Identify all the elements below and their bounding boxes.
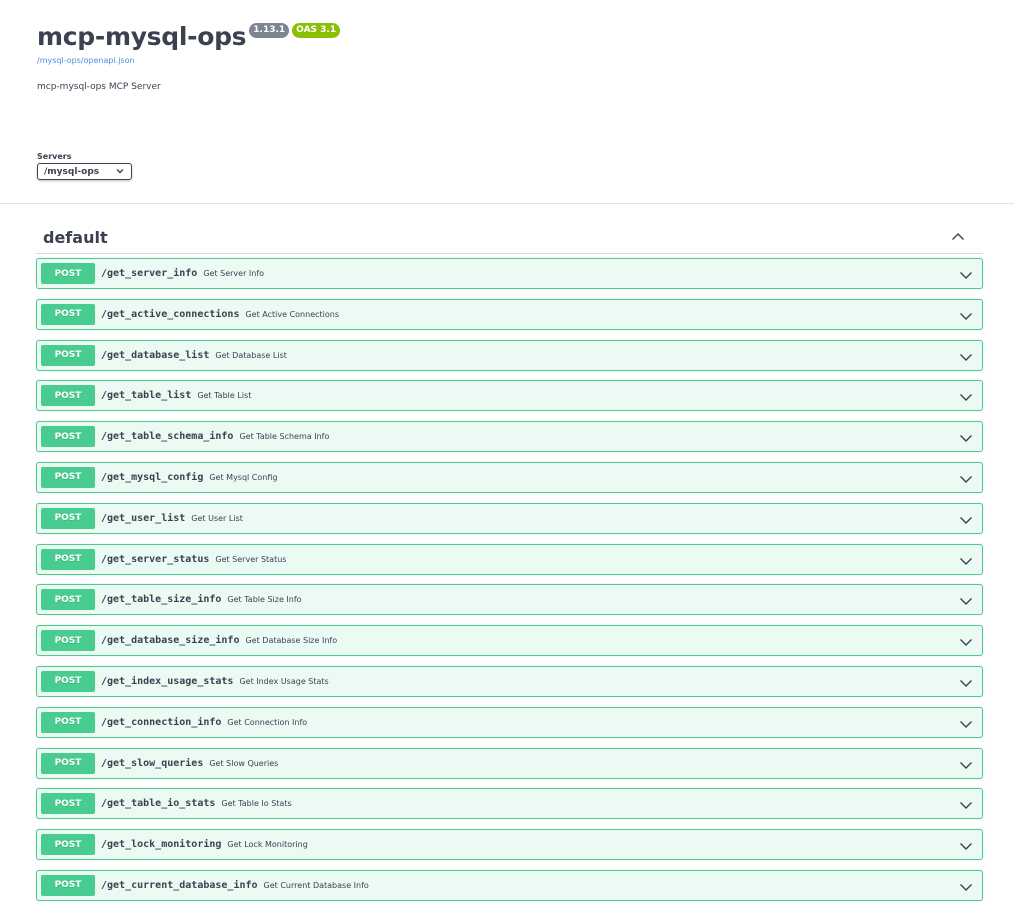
servers-label: Servers (37, 152, 72, 161)
method-badge: POST (41, 263, 95, 284)
method-badge: POST (41, 548, 95, 570)
method-badge: POST (41, 385, 95, 407)
operation-summary: Get Lock Monitoring (227, 840, 308, 850)
method-badge: POST (41, 752, 95, 774)
operation-summary: Get User List (191, 513, 243, 523)
operation-path: /get_table_size_info (101, 594, 222, 606)
chevron-down-icon[interactable] (959, 757, 973, 771)
chevron-up-icon[interactable] (951, 232, 965, 241)
chevron-down-icon[interactable] (959, 553, 973, 567)
operation-row[interactable]: POST/get_table_size_info Get Table Size I… (36, 584, 983, 616)
operation-row[interactable]: POST/get_active_connections Get Active Co… (36, 298, 983, 330)
method-badge: POST (41, 344, 95, 366)
operation-path: /get_index_usage_stats (101, 675, 234, 687)
operation-summary: Get Current Database Info (263, 880, 369, 890)
operation-path: /get_user_list (101, 512, 186, 524)
operation-path: /get_server_status (101, 553, 210, 565)
operation-row[interactable]: POST/get_mysql_config Get Mysql Config (36, 461, 983, 493)
operation-path: /get_mysql_config (101, 471, 204, 483)
operations-list: POST/get_server_info Get Server Info POST /… (36, 258, 983, 911)
operation-row[interactable]: POST/get_database_size_info Get Database … (36, 625, 983, 657)
operation-row[interactable]: POST/get_server_info Get Server Info (36, 258, 983, 289)
chevron-down-icon[interactable] (959, 675, 973, 689)
operation-path: /get_current_database_info (101, 879, 258, 891)
operation-row[interactable]: POST/get_server_status Get Server Status (36, 543, 983, 575)
operation-summary: Get Mysql Config (209, 472, 278, 482)
operation-path: /get_database_list (101, 349, 210, 361)
operation-row[interactable]: POST/get_slow_queries Get Slow Queries (36, 747, 983, 779)
operation-path: /get_database_size_info (101, 635, 240, 647)
operation-row[interactable]: POST/get_lock_monitoring Get Lock Monitor… (36, 829, 983, 861)
operation-summary: Get Table Io Stats (221, 799, 292, 809)
method-badge: POST (41, 466, 95, 488)
operation-summary: Get Table Schema Info (239, 432, 330, 442)
chevron-down-icon[interactable] (959, 389, 973, 403)
operation-row[interactable]: POST/get_table_schema_info Get Table Sche… (36, 421, 983, 453)
section-divider (0, 203, 1014, 204)
chevron-down-icon[interactable] (959, 593, 973, 607)
method-badge: POST (41, 793, 95, 815)
operation-path: /get_slow_queries (101, 757, 204, 769)
method-badge: POST (41, 303, 95, 325)
operation-row[interactable]: POST/get_user_list Get User List (36, 502, 983, 534)
chevron-down-icon[interactable] (959, 308, 973, 322)
method-badge: POST (41, 630, 95, 652)
method-badge: POST (41, 426, 95, 448)
chevron-down-icon[interactable] (959, 349, 973, 363)
chevron-down-icon[interactable] (959, 797, 973, 811)
method-badge: POST (41, 589, 95, 611)
operation-path: /get_active_connections (101, 308, 240, 320)
api-info: mcp-mysql-ops 1.13.1 OAS 3.1 /mysql-ops/… (37, 20, 341, 92)
operation-summary: Get Connection Info (227, 717, 308, 727)
version-badge: 1.13.1 (249, 23, 290, 38)
operation-row[interactable]: POST/get_table_io_stats Get Table Io Stat… (36, 788, 983, 820)
openapi-spec-link[interactable]: /mysql-ops/openapi.json (37, 56, 340, 65)
operation-row[interactable]: POST/get_index_usage_stats Get Index Usag… (36, 665, 983, 697)
title-row: mcp-mysql-ops 1.13.1 OAS 3.1 (37, 20, 341, 54)
operation-row[interactable]: POST/get_database_list Get Database List (36, 339, 983, 371)
method-badge: POST (41, 711, 95, 733)
chevron-down-icon[interactable] (959, 471, 973, 485)
operation-summary: Get Active Connections (245, 309, 340, 319)
tag-name: default (43, 227, 108, 247)
method-badge: POST (41, 507, 95, 529)
server-select[interactable]: /mysql-ops (37, 163, 132, 180)
operation-row[interactable]: POST/get_current_database_info Get Curren… (36, 869, 983, 901)
oas-badge: OAS 3.1 (292, 23, 341, 38)
operation-path: /get_connection_info (101, 716, 222, 728)
chevron-down-icon[interactable] (959, 634, 973, 648)
operation-summary: Get Database List (215, 350, 287, 360)
operation-path: /get_lock_monitoring (101, 839, 222, 851)
page-title: mcp-mysql-ops (37, 22, 247, 51)
operation-path: /get_table_schema_info (101, 431, 234, 443)
operation-row[interactable]: POST/get_table_list Get Table List (36, 380, 983, 412)
chevron-down-icon[interactable] (959, 512, 973, 526)
operation-summary: Get Database Size Info (245, 636, 338, 646)
method-badge: POST (41, 834, 95, 856)
chevron-down-icon (116, 167, 124, 177)
operation-summary: Get Server Info (203, 269, 265, 278)
operation-summary: Get Table List (197, 391, 252, 401)
chevron-down-icon[interactable] (959, 267, 973, 281)
server-select-value: /mysql-ops (44, 166, 100, 177)
operation-row[interactable]: POST/get_connection_info Get Connection I… (36, 706, 983, 738)
servers-section: Servers /mysql-ops (37, 152, 132, 180)
operation-path: /get_table_list (101, 390, 192, 402)
api-description: mcp-mysql-ops MCP Server (37, 82, 161, 92)
operation-summary: Get Server Status (215, 554, 287, 564)
chevron-down-icon[interactable] (959, 716, 973, 730)
chevron-down-icon[interactable] (959, 430, 973, 444)
tag-header-default[interactable]: default (36, 219, 983, 254)
chevron-down-icon[interactable] (959, 879, 973, 893)
operation-summary: Get Index Usage Stats (239, 676, 329, 686)
operation-summary: Get Table Size Info (227, 595, 302, 605)
method-badge: POST (41, 874, 95, 896)
operation-path: /get_server_info (101, 268, 198, 279)
operation-path: /get_table_io_stats (101, 798, 216, 810)
operation-summary: Get Slow Queries (209, 758, 279, 768)
chevron-down-icon[interactable] (959, 838, 973, 852)
method-badge: POST (41, 670, 95, 692)
